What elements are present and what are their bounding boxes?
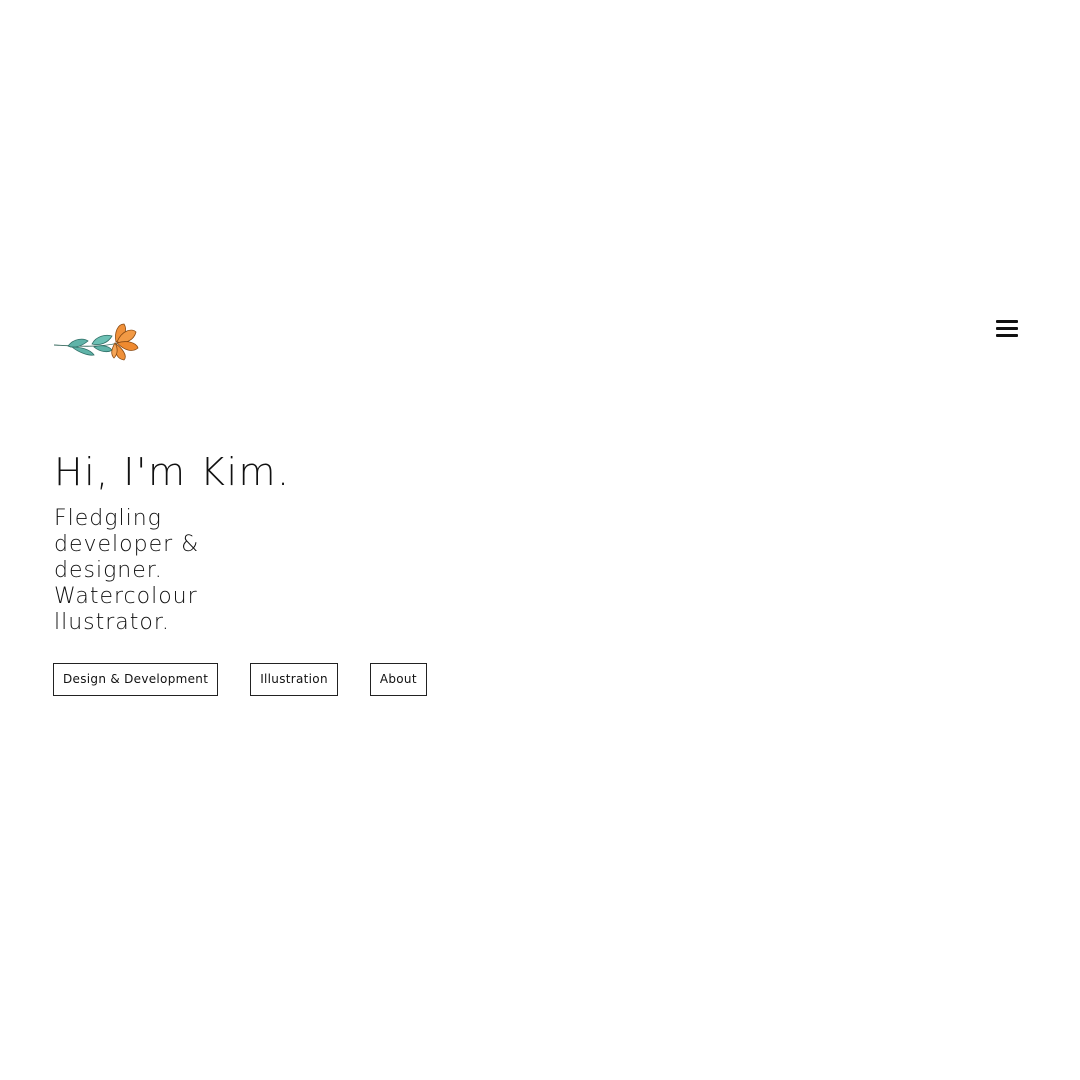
illustration-button[interactable]: Illustration — [250, 663, 338, 696]
tagline: Fledgling developer & designer. Watercol… — [54, 506, 200, 635]
about-button[interactable]: About — [369, 663, 427, 696]
greeting-heading: Hi, I'm Kim. — [54, 450, 291, 494]
menu-button[interactable] — [994, 316, 1020, 340]
design-development-button[interactable]: Design & Development — [53, 663, 219, 696]
flower-sprig-icon — [53, 323, 139, 361]
hero-section: Hi, I'm Kim. Fledgling developer & desig… — [54, 450, 291, 636]
nav-buttons: Design & Development Illustration About — [53, 663, 427, 696]
page: Hi, I'm Kim. Fledgling developer & desig… — [0, 0, 1080, 1080]
logo[interactable] — [53, 322, 140, 362]
